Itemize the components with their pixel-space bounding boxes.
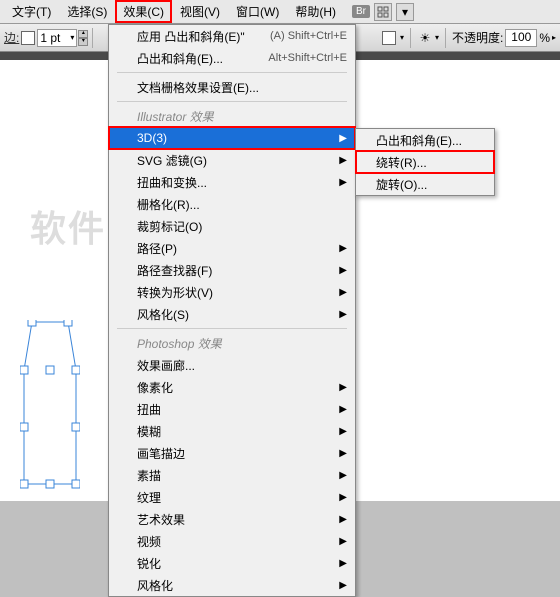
ps-item-4[interactable]: 画笔描边▶ xyxy=(109,442,355,464)
menu-effect[interactable]: 效果(C) xyxy=(115,0,172,23)
sub-item-0[interactable]: 凸出和斜角(E)... xyxy=(356,129,494,151)
separator xyxy=(410,28,411,48)
menu-header-photoshop: Photoshop 效果 xyxy=(109,332,355,354)
step-down-icon[interactable]: ▾ xyxy=(78,38,88,46)
ps-item-10[interactable]: 风格化▶ xyxy=(109,574,355,596)
submenu-arrow-icon: ▶ xyxy=(339,470,347,481)
bridge-button[interactable]: Br xyxy=(352,5,370,18)
ps-item-2[interactable]: 扭曲▶ xyxy=(109,398,355,420)
submenu-arrow-icon: ▶ xyxy=(339,514,347,525)
ps-item-3[interactable]: 模糊▶ xyxy=(109,420,355,442)
ps-item-8[interactable]: 视频▶ xyxy=(109,530,355,552)
menu-text[interactable]: 文字(T) xyxy=(4,0,59,23)
stroke-width-input[interactable]: 1 pt ▾ xyxy=(37,29,77,47)
submenu-arrow-icon: ▶ xyxy=(339,177,347,188)
sun-icon[interactable]: ☀ xyxy=(417,30,433,46)
separator xyxy=(117,72,347,73)
menu-apply-effect[interactable]: 应用 凸出和斜角(E)" (A) Shift+Ctrl+E xyxy=(109,25,355,47)
menu-header-illustrator: Illustrator 效果 xyxy=(109,105,355,127)
ps-item-7[interactable]: 艺术效果▶ xyxy=(109,508,355,530)
stroke-swatch[interactable] xyxy=(21,31,35,45)
menu-raster-settings[interactable]: 文档栅格效果设置(E)... xyxy=(109,76,355,98)
menu-last-effect[interactable]: 凸出和斜角(E)... Alt+Shift+Ctrl+E xyxy=(109,47,355,69)
ps-item-0[interactable]: 效果画廊... xyxy=(109,354,355,376)
submenu-arrow-icon: ▶ xyxy=(339,287,347,298)
ps-item-1[interactable]: 像素化▶ xyxy=(109,376,355,398)
grid-icon[interactable] xyxy=(374,3,392,21)
ai-item-5[interactable]: 路径(P)▶ xyxy=(109,237,355,259)
dropdown-icon[interactable]: ▾ xyxy=(396,3,414,21)
menu-window[interactable]: 窗口(W) xyxy=(228,0,287,23)
submenu-arrow-icon: ▶ xyxy=(339,243,347,254)
submenu-arrow-icon: ▶ xyxy=(339,309,347,320)
sub-item-1[interactable]: 绕转(R)... xyxy=(356,151,494,173)
stroke-label: 边: xyxy=(4,29,19,46)
percent-label: % xyxy=(539,31,550,45)
ai-item-0[interactable]: 3D(3)▶ xyxy=(109,127,355,149)
submenu-arrow-icon: ▶ xyxy=(339,382,347,393)
menu-view[interactable]: 视图(V) xyxy=(172,0,228,23)
ai-item-4[interactable]: 裁剪标记(O) xyxy=(109,215,355,237)
ai-item-1[interactable]: SVG 滤镜(G)▶ xyxy=(109,149,355,171)
ai-item-7[interactable]: 转换为形状(V)▶ xyxy=(109,281,355,303)
step-up-icon[interactable]: ▴ xyxy=(78,30,88,38)
ai-item-2[interactable]: 扭曲和变换...▶ xyxy=(109,171,355,193)
swatch-icon[interactable] xyxy=(382,31,396,45)
submenu-arrow-icon: ▶ xyxy=(339,558,347,569)
submenu-3d: 凸出和斜角(E)...绕转(R)...旋转(O)... xyxy=(355,128,495,196)
ps-item-6[interactable]: 纹理▶ xyxy=(109,486,355,508)
submenu-arrow-icon: ▶ xyxy=(339,426,347,437)
stroke-width-value: 1 pt xyxy=(40,31,60,45)
effect-dropdown: 应用 凸出和斜角(E)" (A) Shift+Ctrl+E 凸出和斜角(E)..… xyxy=(108,24,356,597)
submenu-arrow-icon: ▶ xyxy=(339,265,347,276)
submenu-arrow-icon: ▶ xyxy=(339,580,347,591)
submenu-arrow-icon: ▶ xyxy=(339,448,347,459)
ai-item-6[interactable]: 路径查找器(F)▶ xyxy=(109,259,355,281)
ps-item-9[interactable]: 锐化▶ xyxy=(109,552,355,574)
separator xyxy=(445,28,446,48)
menubar: 文字(T) 选择(S) 效果(C) 视图(V) 窗口(W) 帮助(H) Br ▾ xyxy=(0,0,560,24)
selected-shape[interactable] xyxy=(20,320,80,490)
sub-item-2[interactable]: 旋转(O)... xyxy=(356,173,494,195)
separator xyxy=(92,28,93,48)
submenu-arrow-icon: ▶ xyxy=(339,536,347,547)
separator xyxy=(117,328,347,329)
menu-select[interactable]: 选择(S) xyxy=(59,0,115,23)
submenu-arrow-icon: ▶ xyxy=(339,133,347,144)
opacity-input[interactable]: 100 xyxy=(505,29,537,47)
opacity-label: 不透明度: xyxy=(452,29,503,46)
menu-help[interactable]: 帮助(H) xyxy=(287,0,344,23)
ps-item-5[interactable]: 素描▶ xyxy=(109,464,355,486)
ai-item-3[interactable]: 栅格化(R)... xyxy=(109,193,355,215)
ai-item-8[interactable]: 风格化(S)▶ xyxy=(109,303,355,325)
submenu-arrow-icon: ▶ xyxy=(339,404,347,415)
separator xyxy=(117,101,347,102)
chevron-right-icon[interactable]: ▸ xyxy=(552,33,556,42)
submenu-arrow-icon: ▶ xyxy=(339,155,347,166)
